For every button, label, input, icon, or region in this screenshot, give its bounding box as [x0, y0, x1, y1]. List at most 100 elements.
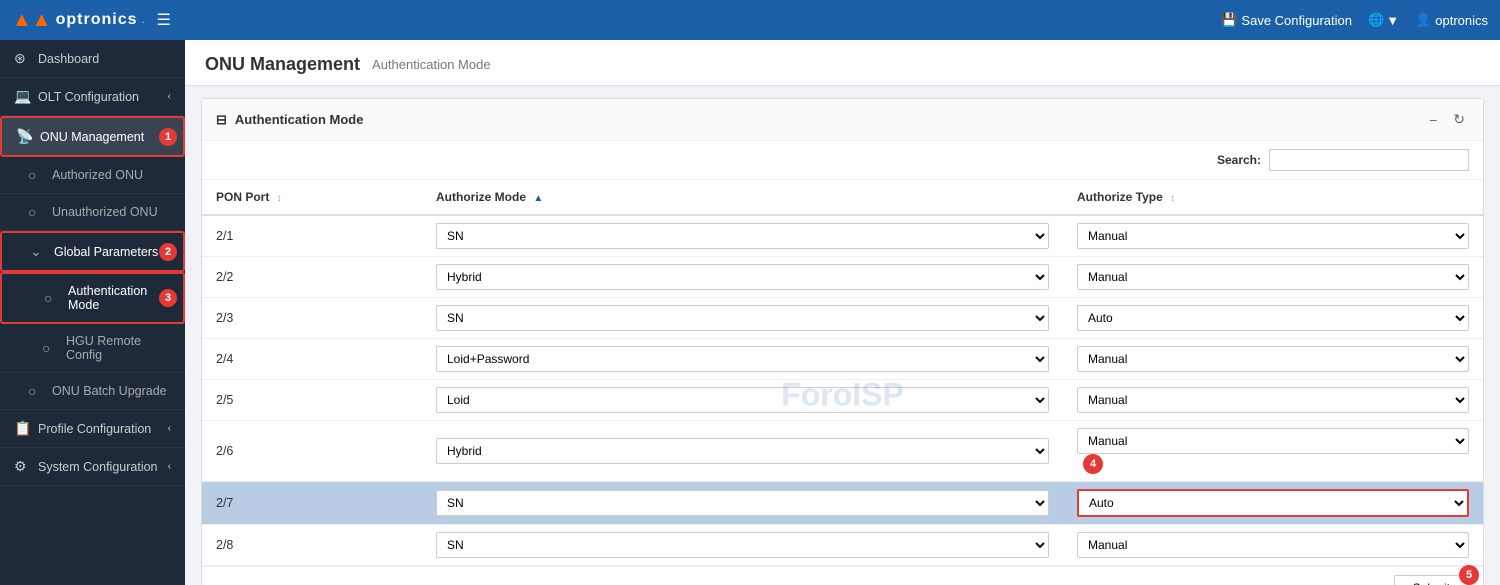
minimize-button[interactable]: −	[1425, 110, 1441, 130]
page-subtitle: Authentication Mode	[372, 57, 491, 72]
auth-mode-table: PON Port ↕ Authorize Mode ▲ Authorize Ty…	[202, 180, 1483, 566]
system-icon: ⚙	[14, 458, 30, 475]
authorize-type-select[interactable]: ManualAuto	[1077, 532, 1469, 558]
language-button[interactable]: 🌐 ▼	[1368, 12, 1399, 28]
authorize-mode-select[interactable]: SNHybridLoid+PasswordLoidSN+Loid	[436, 387, 1049, 413]
sidebar-item-dashboard[interactable]: ⊛ Dashboard	[0, 40, 185, 78]
row-badge-4: 4	[1083, 454, 1103, 474]
content-area: ONU Management Authentication Mode ⊟ Aut…	[185, 40, 1500, 585]
user-icon: 👤	[1415, 12, 1431, 28]
cell-authorize-mode: SNHybridLoid+PasswordLoidSN+Loid	[422, 298, 1063, 339]
sidebar-item-auth-mode[interactable]: ○ Authentication Mode 3	[0, 272, 185, 324]
submit-wrapper: Submit 5	[1394, 575, 1469, 585]
circle-batch-icon: ○	[28, 383, 44, 399]
cell-authorize-type: ManualAuto	[1063, 380, 1483, 421]
col-authorize-type[interactable]: Authorize Type ↕	[1063, 180, 1483, 215]
cell-authorize-type: ManualAuto	[1063, 339, 1483, 380]
user-button[interactable]: 👤 optronics	[1415, 12, 1488, 28]
cell-authorize-mode: SNHybridLoid+PasswordLoidSN+Loid	[422, 525, 1063, 566]
authorize-mode-select[interactable]: SNHybridLoid+PasswordLoidSN+Loid	[436, 490, 1049, 516]
table-container: ForoISP PON Port ↕ Authorize Mode ▲	[202, 180, 1483, 585]
card-header: ⊟ Authentication Mode − ↻	[202, 99, 1483, 141]
authorize-type-select[interactable]: ManualAuto	[1077, 428, 1469, 454]
table-row: 2/3 SNHybridLoid+PasswordLoidSN+Loid Manua…	[202, 298, 1483, 339]
authorize-mode-select[interactable]: SNHybridLoid+PasswordLoidSN+Loid	[436, 264, 1049, 290]
cell-pon-port: 2/3	[202, 298, 422, 339]
user-label: optronics	[1435, 13, 1488, 28]
table-row: 2/2 SNHybridLoid+PasswordLoidSN+Loid Manua…	[202, 257, 1483, 298]
authorize-mode-select[interactable]: SNHybridLoid+PasswordLoidSN+Loid	[436, 223, 1049, 249]
save-config-button[interactable]: 💾 Save Configuration	[1221, 12, 1352, 28]
globe-icon: 🌐	[1368, 12, 1384, 28]
sidebar-label-batch: ONU Batch Upgrade	[52, 384, 171, 398]
table-row: 2/1SNHybridLoid+PasswordLoidSN+LoidManua…	[202, 215, 1483, 257]
logo-dot: .	[141, 14, 144, 26]
floppy-icon: 💾	[1221, 12, 1237, 28]
table-body: 2/1SNHybridLoid+PasswordLoidSN+LoidManua…	[202, 215, 1483, 566]
sidebar-item-unauthorized-onu[interactable]: ○ Unauthorized ONU	[0, 194, 185, 231]
sidebar: ⊛ Dashboard 💻 OLT Configuration ‹ 📡 ONU …	[0, 40, 185, 585]
sidebar-label-global: Global Parameters	[54, 245, 169, 259]
col-authorize-mode[interactable]: Authorize Mode ▲	[422, 180, 1063, 215]
cell-pon-port: 2/8	[202, 525, 422, 566]
cell-authorize-mode: SNHybridLoid+PasswordLoidSN+Loid	[422, 215, 1063, 257]
authorize-type-select[interactable]: ManualAuto	[1077, 489, 1469, 517]
chevron-olt-icon: ‹	[168, 91, 171, 102]
table-wrapper: PON Port ↕ Authorize Mode ▲ Authorize Ty…	[202, 180, 1483, 566]
authorize-type-select[interactable]: ManualAuto	[1077, 223, 1469, 249]
sidebar-label-profile: Profile Configuration	[38, 422, 168, 436]
chevron-system-icon: ‹	[168, 461, 171, 472]
circle-auth-mode-icon: ○	[44, 290, 60, 306]
authorize-type-select[interactable]: ManualAuto	[1077, 346, 1469, 372]
chevron-down-icon: ▼	[1386, 13, 1399, 28]
authorize-mode-select[interactable]: SNHybridLoid+PasswordLoidSN+Loid	[436, 532, 1049, 558]
authorize-mode-select[interactable]: SNHybridLoid+PasswordLoidSN+Loid	[436, 305, 1049, 331]
cell-pon-port: 2/6	[202, 421, 422, 482]
cell-pon-port: 2/2	[202, 257, 422, 298]
top-header: ▲▲ optronics . ☰ 💾 Save Configuration 🌐 …	[0, 0, 1500, 40]
card-title-area: ⊟ Authentication Mode	[216, 112, 363, 128]
authorize-type-select[interactable]: ManualAuto	[1077, 264, 1469, 290]
table-row: 2/8 SNHybridLoid+PasswordLoidSN+Loid Manua…	[202, 525, 1483, 566]
sidebar-label-auth-mode: Authentication Mode	[68, 284, 169, 312]
sidebar-item-profile-config[interactable]: 📋 Profile Configuration ‹	[0, 410, 185, 448]
sidebar-item-onu-management[interactable]: 📡 ONU Management ‹ 1	[0, 116, 185, 157]
page-title: ONU Management	[205, 54, 360, 75]
search-bar: Search:	[202, 141, 1483, 180]
sidebar-item-olt-config[interactable]: 💻 OLT Configuration ‹	[0, 78, 185, 116]
cell-authorize-mode: SNHybridLoid+PasswordLoidSN+Loid	[422, 482, 1063, 525]
sort-pon-icon: ↕	[277, 193, 282, 204]
main-layout: ⊛ Dashboard 💻 OLT Configuration ‹ 📡 ONU …	[0, 40, 1500, 585]
authorize-mode-select[interactable]: SNHybridLoid+PasswordLoidSN+Loid	[436, 346, 1049, 372]
hamburger-icon[interactable]: ☰	[157, 10, 171, 30]
dashboard-icon: ⊛	[14, 50, 30, 67]
authorize-mode-select[interactable]: SNHybridLoid+PasswordLoidSN+Loid	[436, 438, 1049, 464]
sidebar-label-system: System Configuration	[38, 460, 168, 474]
circle-hgu-icon: ○	[42, 340, 58, 356]
col-pon-port[interactable]: PON Port ↕	[202, 180, 422, 215]
global-badge: 2	[159, 243, 177, 261]
refresh-button[interactable]: ↻	[1449, 109, 1469, 130]
cell-pon-port: 2/4	[202, 339, 422, 380]
chevron-down-global-icon: ⌄	[30, 243, 46, 260]
sidebar-item-hgu-remote[interactable]: ○ HGU Remote Config	[0, 324, 185, 373]
sidebar-item-authorized-onu[interactable]: ○ Authorized ONU	[0, 157, 185, 194]
sidebar-label-dashboard: Dashboard	[38, 52, 171, 66]
sidebar-label-hgu: HGU Remote Config	[66, 334, 171, 362]
sidebar-label-olt: OLT Configuration	[38, 90, 168, 104]
sidebar-item-onu-batch[interactable]: ○ ONU Batch Upgrade	[0, 373, 185, 410]
monitor-icon: 💻	[14, 88, 30, 105]
cell-authorize-type: ManualAuto	[1063, 525, 1483, 566]
authorize-type-select[interactable]: ManualAuto	[1077, 305, 1469, 331]
authorize-type-select[interactable]: ManualAuto	[1077, 387, 1469, 413]
sidebar-item-system-config[interactable]: ⚙ System Configuration ‹	[0, 448, 185, 486]
sort-type-icon: ↕	[1170, 193, 1175, 204]
card-actions: − ↻	[1425, 109, 1469, 130]
cell-authorize-type: ManualAuto	[1063, 215, 1483, 257]
sidebar-item-global-params[interactable]: ⌄ Global Parameters 2	[0, 231, 185, 272]
save-config-label: Save Configuration	[1241, 13, 1352, 28]
search-input[interactable]	[1269, 149, 1469, 171]
sort-mode-icon: ▲	[533, 193, 543, 204]
submit-button[interactable]: Submit	[1394, 575, 1469, 585]
cell-authorize-mode: SNHybridLoid+PasswordLoidSN+Loid	[422, 421, 1063, 482]
